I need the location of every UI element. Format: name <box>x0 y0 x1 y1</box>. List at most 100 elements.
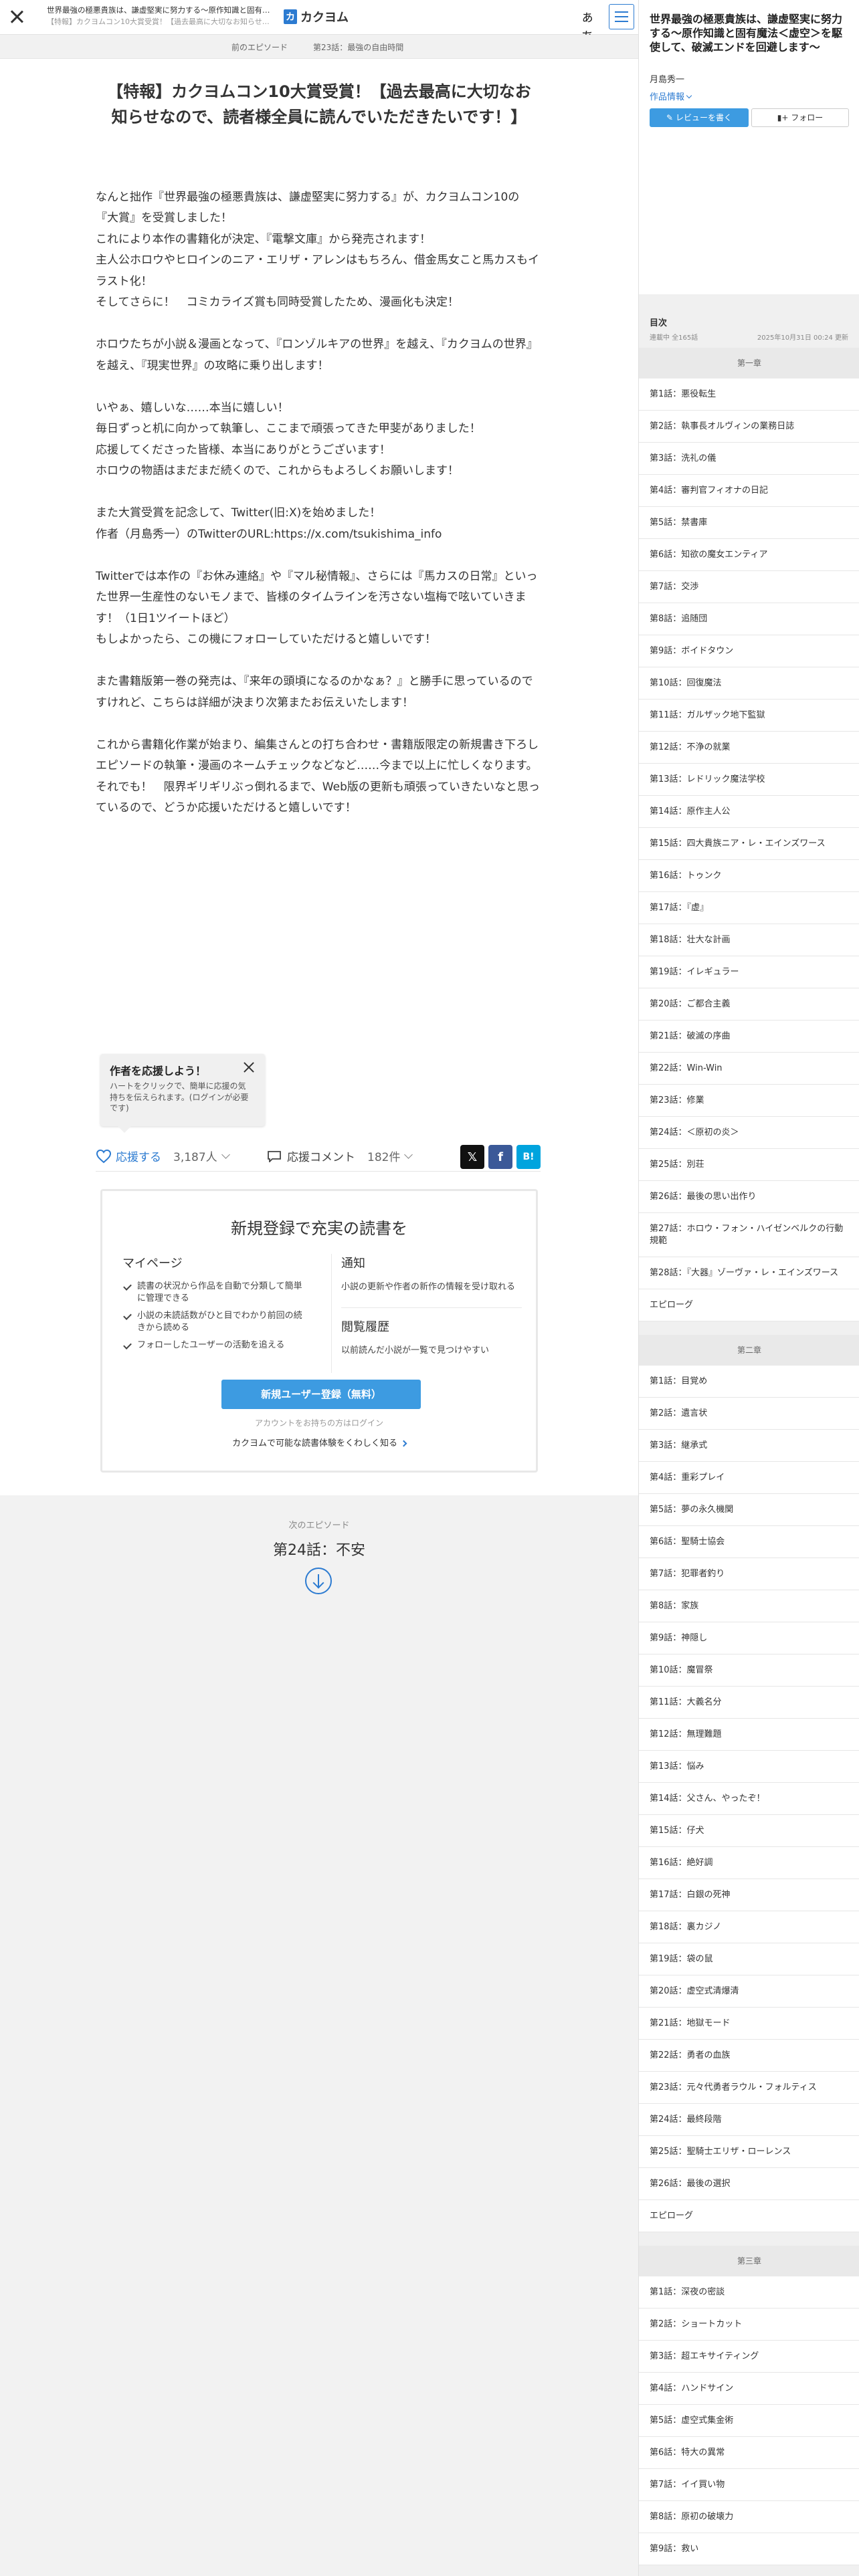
toc-episode-link[interactable]: 第9話：ボイドタウン <box>639 635 859 667</box>
body-paragraph: それでも！ 限界ギリギリぶっ倒れるまで、Web版の更新も頑張っていきたいなと思っ… <box>96 780 541 815</box>
last-updated: 2025年10月31日 00:24 更新 <box>757 334 848 342</box>
toc-episode-link[interactable]: 第16話：絶好調 <box>639 1847 859 1879</box>
comment-count[interactable]: 182件 <box>367 1148 400 1164</box>
work-info-link[interactable]: 作品情報 <box>650 90 692 102</box>
toc-episode-link[interactable]: 第8話：原初の破壊力 <box>639 2501 859 2533</box>
toc-episode-link[interactable]: 第24話：＜原初の炎＞ <box>639 1117 859 1149</box>
work-title[interactable]: 世界最強の極悪貴族は、謙虚堅実に努力する〜原作知識と固有魔法＜虚空＞を駆使して、… <box>47 5 274 15</box>
toc-toggle-button[interactable] <box>609 4 634 29</box>
toc-episode-link[interactable]: 第6話：特大の異常 <box>639 2437 859 2469</box>
toc-episode-link[interactable]: 第20話：ご都合主義 <box>639 988 859 1021</box>
toc-episode-link[interactable]: 第2話：執事長オルヴィンの業務日誌 <box>639 411 859 443</box>
toc-episode-link[interactable]: 第10話：魔冒祭 <box>639 1654 859 1687</box>
toc-episode-link[interactable]: 第4話：審判官フィオナの日記 <box>639 475 859 507</box>
write-review-button[interactable]: ✎ レビューを書く <box>650 108 749 127</box>
hatena-bookmark-icon[interactable]: B! <box>516 1145 541 1169</box>
toc-episode-link[interactable]: 第25話：聖騎士エリザ・ローレンス <box>639 2136 859 2168</box>
toc-episode-link[interactable]: 第22話：勇者の血族 <box>639 2040 859 2072</box>
sidebar-work-title[interactable]: 世界最強の極悪貴族は、謙虚堅実に努力する〜原作知識と固有魔法＜虚空＞を駆使して、… <box>650 12 850 54</box>
toc-episode-link[interactable]: 第17話：白銀の死神 <box>639 1879 859 1911</box>
follow-button[interactable]: ▮+ フォロー <box>751 108 849 127</box>
toc-episode-link[interactable]: 第15話：仔犬 <box>639 1815 859 1847</box>
toc-episode-link[interactable]: 第23話：元々代勇者ラウル・フォルティス <box>639 2072 859 2104</box>
check-icon <box>123 1341 132 1350</box>
toc-episode-link[interactable]: 第28話：『大器』ゾーヴァ・レ・エインズワース <box>639 1257 859 1289</box>
toc-episode-link[interactable]: 第19話：袋の鼠 <box>639 1943 859 1975</box>
toc-episode-link[interactable]: 第9話：救い <box>639 2533 859 2565</box>
toc-episode-link[interactable]: 第21話：破滅の序曲 <box>639 1021 859 1053</box>
toc-episode-link[interactable]: 第22話：Win-Win <box>639 1053 859 1085</box>
toc-episode-link[interactable]: 第21話：地獄モード <box>639 2008 859 2040</box>
facebook-share-icon[interactable]: f <box>488 1145 512 1169</box>
toc-episode-link[interactable]: エピローグ <box>639 2200 859 2232</box>
toc-episode-link[interactable]: 第7話：交渉 <box>639 571 859 603</box>
kakuyomu-logo[interactable]: カ カクヨム <box>284 8 349 25</box>
toc-episode-link[interactable]: 第5話：夢の永久機関 <box>639 1494 859 1526</box>
toc-episode-link[interactable]: 第23話：修業 <box>639 1085 859 1117</box>
toc-episode-link[interactable]: 第14話：父さん、やったぞ！ <box>639 1783 859 1815</box>
toc-episode-link[interactable]: 第13話：レドリック魔法学校 <box>639 764 859 796</box>
toc-episode-link[interactable]: 第12話：不浄の就業 <box>639 732 859 764</box>
author-name[interactable]: 月島秀一 <box>650 72 684 85</box>
toc-episode-link[interactable]: 第8話：家族 <box>639 1590 859 1622</box>
toc-episode-link[interactable]: 第11話：大義名分 <box>639 1687 859 1719</box>
toc-episode-link[interactable]: 第8話：追随団 <box>639 603 859 635</box>
signup-button[interactable]: 新規ユーザー登録（無料） <box>221 1380 421 1409</box>
toc-episode-link[interactable]: 第25話：別荘 <box>639 1149 859 1181</box>
toc-episode-link[interactable]: 第26話：最後の選択 <box>639 2168 859 2200</box>
comment-button[interactable]: 応援コメント 182件 <box>267 1148 413 1164</box>
arrow-down-circle-icon[interactable] <box>305 1568 332 1594</box>
toc-episode-link[interactable]: 第1話：悪役転生 <box>639 379 859 411</box>
toc-episode-link[interactable]: 第24話：最終段階 <box>639 2104 859 2136</box>
toc-episode-link[interactable]: 第3話：超エキサイティング <box>639 2341 859 2373</box>
close-icon[interactable] <box>8 8 25 25</box>
toc-episode-link[interactable]: 第9話：神隠し <box>639 1622 859 1654</box>
next-episode-title[interactable]: 第24話：不安 <box>0 1538 638 1560</box>
toc-episode-link[interactable]: 第2話：ショートカット <box>639 2309 859 2341</box>
cheer-count[interactable]: 3,187人 <box>173 1148 217 1164</box>
body-paragraph <box>96 482 541 504</box>
login-link[interactable]: アカウントをお持ちの方はログイン <box>102 1417 536 1428</box>
toc-episode-link[interactable]: 第14話：原作主人公 <box>639 796 859 828</box>
toc-episode-link[interactable]: 第3話：継承式 <box>639 1430 859 1462</box>
toc-episode-link[interactable]: 第16話：トゥンク <box>639 860 859 892</box>
toc-episode-link[interactable]: 第12話：無理難題 <box>639 1719 859 1751</box>
toc-episode-link[interactable]: 第6話：知欲の魔女エンティア <box>639 539 859 571</box>
chevron-down-icon[interactable] <box>404 1150 413 1159</box>
toc-episode-link[interactable]: 第1話：深夜の密談 <box>639 2276 859 2309</box>
check-icon <box>123 1282 132 1291</box>
toc-episode-link[interactable]: 第4話：ハンドサイン <box>639 2373 859 2405</box>
toc-episode-link[interactable]: 第13話：悩み <box>639 1751 859 1783</box>
toc-episode-link[interactable]: 第26話：最後の思い出作り <box>639 1181 859 1213</box>
tooltip-text: ハートをクリックで、簡単に応援の気持ちを伝えられます。(ログインが必要です) <box>110 1081 249 1113</box>
toc-episode-link[interactable]: 第19話：イレギュラー <box>639 956 859 988</box>
toc-episode-link[interactable]: 第18話：裏カジノ <box>639 1911 859 1943</box>
toc-episode-link[interactable]: 第5話：禁書庫 <box>639 507 859 539</box>
toc-episode-link[interactable]: 第18話：壮大な計画 <box>639 924 859 956</box>
toc-episode-link[interactable]: 第7話：犯罪者釣り <box>639 1558 859 1590</box>
toc-episode-link[interactable]: 第20話：虚空式清爆清 <box>639 1975 859 2008</box>
toc-episode-link[interactable]: 第4話：重彩プレイ <box>639 1462 859 1494</box>
x-share-icon[interactable]: 𝕏 <box>460 1145 484 1169</box>
toc-episode-link[interactable]: 第3話：洗礼の儀 <box>639 443 859 475</box>
toc-episode-link[interactable]: 第10話：回復魔法 <box>639 667 859 700</box>
episode-actions: 応援する 3,187人 応援コメント 182件 𝕏 f B! <box>96 1142 541 1172</box>
toc-episode-link[interactable]: 第27話：ホロウ・フォン・ハイゼンベルクの行動規範 <box>639 1213 859 1257</box>
toc-episode-link[interactable]: エピローグ <box>639 1289 859 1321</box>
toc-episode-link[interactable]: 第1話：目覚め <box>639 1366 859 1398</box>
prev-episode-link[interactable]: 前のエピソード <box>231 41 288 53</box>
toc-episode-link[interactable]: 第5話：虚空式集金術 <box>639 2405 859 2437</box>
learn-more-link[interactable]: カクヨムで可能な読書体験をくわしく知る <box>102 1436 536 1448</box>
font-settings-button[interactable]: ぁあ <box>577 7 598 45</box>
toc-episode-link[interactable]: 第6話：聖騎士協会 <box>639 1526 859 1558</box>
cheer-button[interactable]: 応援する 3,187人 <box>96 1148 230 1164</box>
prev-episode-title[interactable]: 第23話：最強の自由時間 <box>313 41 403 53</box>
close-icon[interactable] <box>241 1059 257 1075</box>
toc-episode-link[interactable]: 第17話：『虚』 <box>639 892 859 924</box>
toc-episode-link[interactable]: 第15話：四大貴族ニア・レ・エインズワース <box>639 828 859 860</box>
toc-episode-link[interactable]: 第11話：ガルザック地下監獄 <box>639 700 859 732</box>
toc-episode-link[interactable]: 第2話：遺言状 <box>639 1398 859 1430</box>
chevron-down-icon[interactable] <box>221 1150 230 1159</box>
toc-episode-link[interactable]: 第7話：イイ買い物 <box>639 2469 859 2501</box>
toc-heading: 目次 <box>650 318 668 328</box>
